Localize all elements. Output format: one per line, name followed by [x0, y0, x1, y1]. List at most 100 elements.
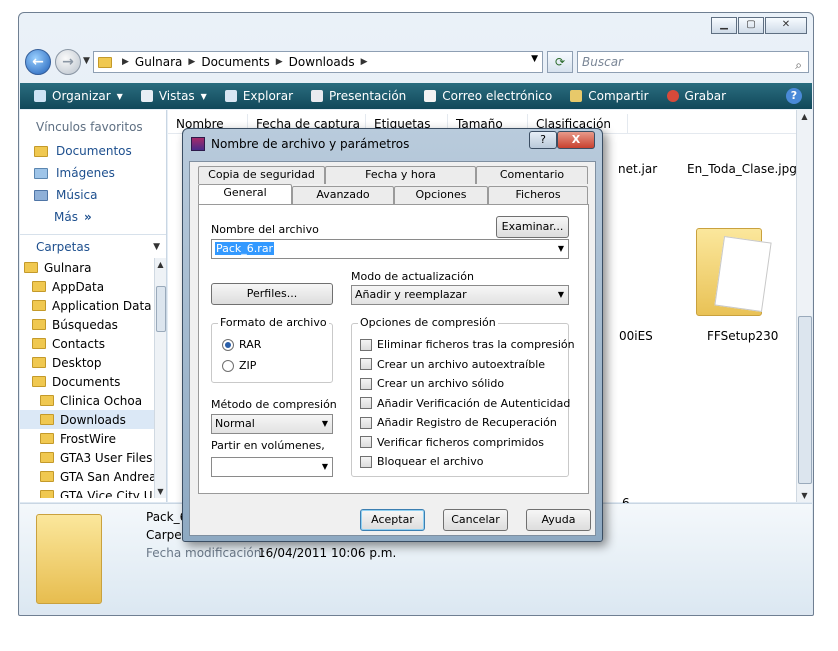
forward-button[interactable]: →	[55, 49, 81, 75]
file-en-toda-clase[interactable]: En_Toda_Clase.jpg	[687, 162, 797, 176]
filename-combo[interactable]: Pack_6.rar ▼	[211, 239, 569, 259]
favorite-documentos[interactable]: Documentos	[20, 140, 166, 162]
format-zip-radio[interactable]: ZIP	[222, 359, 256, 372]
checkbox-icon[interactable]	[360, 377, 372, 390]
tree-item[interactable]: Búsquedas	[20, 315, 166, 334]
close-button[interactable]: ✕	[765, 17, 807, 34]
correo-button[interactable]: Correo electrónico	[424, 89, 552, 103]
breadcrumb-documents[interactable]: Documents	[201, 55, 269, 69]
file-00ies[interactable]: 00iES	[619, 329, 653, 343]
folder-icon	[40, 414, 54, 425]
scroll-down-icon[interactable]: ▼	[797, 491, 812, 500]
more-favorites-link[interactable]: Más »	[20, 206, 166, 228]
scroll-up-icon[interactable]: ▲	[797, 112, 812, 121]
breadcrumb-downloads[interactable]: Downloads	[289, 55, 355, 69]
tab-copia-seguridad[interactable]: Copia de seguridad	[198, 166, 325, 184]
tab-opciones[interactable]: Opciones	[394, 186, 488, 204]
maximize-button[interactable]: ▢	[738, 17, 764, 34]
address-dropdown[interactable]: ▼	[531, 54, 538, 64]
checkbox-icon[interactable]	[360, 358, 372, 370]
back-button[interactable]: ←	[25, 49, 51, 75]
chevron-down-icon[interactable]: ▼	[322, 415, 328, 433]
scroll-down-icon[interactable]: ▼	[155, 487, 166, 496]
refresh-button[interactable]: ⟳	[547, 51, 573, 73]
dialog-title: Nombre de archivo y parámetros	[211, 137, 410, 151]
help-button[interactable]: Ayuda	[526, 509, 591, 531]
chevron-right-icon[interactable]: ▶	[361, 57, 368, 67]
radio-icon[interactable]	[222, 359, 234, 372]
tree-item[interactable]: AppData	[20, 277, 166, 296]
scroll-up-icon[interactable]: ▲	[155, 260, 166, 269]
tree-item[interactable]: Documents	[20, 372, 166, 391]
vertical-scrollbar[interactable]: ▲ ▼	[796, 110, 812, 502]
tab-avanzado[interactable]: Avanzado	[292, 186, 394, 204]
radio-selected-icon[interactable]	[222, 338, 234, 351]
tree-item[interactable]: GTA San Andreas	[20, 467, 166, 486]
checkbox-icon[interactable]	[360, 436, 372, 448]
breadcrumb-gulnara[interactable]: Gulnara	[135, 55, 182, 69]
option-checkbox[interactable]: Crear un archivo sólido	[360, 377, 504, 390]
minimize-button[interactable]: ▁	[711, 17, 737, 34]
presentacion-button[interactable]: Presentación	[311, 89, 406, 103]
option-checkbox[interactable]: Añadir Verificación de Autenticidad	[360, 397, 570, 410]
cancel-button[interactable]: Cancelar	[443, 509, 508, 531]
profiles-button[interactable]: Perfiles...	[211, 283, 333, 305]
tree-scrollbar[interactable]: ▲ ▼	[154, 258, 166, 498]
tree-item[interactable]: Contacts	[20, 334, 166, 353]
file-ffsetup230[interactable]: FFSetup230	[707, 329, 778, 343]
tree-item[interactable]: GTA3 User Files	[20, 448, 166, 467]
file-net-jar[interactable]: net.jar	[618, 162, 657, 176]
checkbox-icon[interactable]	[360, 397, 372, 409]
chevron-down-icon[interactable]: ▼	[558, 286, 564, 304]
organizar-menu[interactable]: Organizar ▼	[34, 89, 123, 103]
vistas-menu[interactable]: Vistas ▼	[140, 89, 207, 103]
tree-item[interactable]: Desktop	[20, 353, 166, 372]
tree-item[interactable]: Gulnara	[20, 258, 166, 277]
winrar-icon	[191, 137, 205, 151]
tab-fecha-hora[interactable]: Fecha y hora	[325, 166, 476, 184]
accept-button[interactable]: Aceptar	[360, 509, 425, 531]
chevron-right-icon[interactable]: ▶	[188, 57, 195, 67]
compression-method-select[interactable]: Normal ▼	[211, 414, 333, 434]
explorar-button[interactable]: Explorar	[224, 89, 293, 103]
favorite-musica[interactable]: Música	[20, 184, 166, 206]
format-rar-radio[interactable]: RAR	[222, 338, 261, 351]
help-icon[interactable]: ?	[786, 88, 802, 104]
browse-button[interactable]: Examinar...	[496, 216, 569, 238]
dialog-close-button[interactable]: X	[557, 131, 595, 149]
folders-section-header[interactable]: Carpetas ▼	[20, 234, 166, 258]
compartir-button[interactable]: Compartir	[570, 89, 649, 103]
tree-item[interactable]: GTA Vice City U	[20, 486, 166, 498]
option-checkbox[interactable]: Verificar ficheros comprimidos	[360, 436, 544, 449]
recent-pages-dropdown[interactable]: ▼	[83, 56, 90, 66]
favorite-imagenes[interactable]: Imágenes	[20, 162, 166, 184]
chevron-right-icon[interactable]: ▶	[276, 57, 283, 67]
tab-general[interactable]: General	[198, 184, 292, 204]
tab-ficheros[interactable]: Ficheros	[488, 186, 588, 204]
option-checkbox[interactable]: Eliminar ficheros tras la compresión	[360, 338, 575, 351]
compression-options-title: Opciones de compresión	[358, 316, 498, 329]
tree-item[interactable]: Downloads	[20, 410, 166, 429]
chevron-down-icon[interactable]: ▼	[322, 458, 328, 476]
option-checkbox[interactable]: Añadir Registro de Recuperación	[360, 416, 557, 429]
split-volumes-combo[interactable]: ▼	[211, 457, 333, 477]
folder-icon[interactable]	[696, 228, 772, 316]
tree-item[interactable]: FrostWire	[20, 429, 166, 448]
tree-item[interactable]: Clinica Ochoa	[20, 391, 166, 410]
chevron-down-icon[interactable]: ▼	[558, 240, 564, 258]
scrollbar-thumb[interactable]	[798, 316, 812, 484]
checkbox-icon[interactable]	[360, 338, 372, 351]
dialog-help-button[interactable]: ?	[529, 131, 557, 149]
checkbox-icon[interactable]	[360, 416, 372, 429]
scrollbar-thumb[interactable]	[156, 286, 166, 332]
tab-comentario[interactable]: Comentario	[476, 166, 588, 184]
option-checkbox[interactable]: Bloquear el archivo	[360, 455, 483, 468]
tree-item[interactable]: Application Data	[20, 296, 166, 315]
grabar-button[interactable]: Grabar	[666, 89, 726, 103]
update-mode-select[interactable]: Añadir y reemplazar ▼	[351, 285, 569, 305]
option-checkbox[interactable]: Crear un archivo autoextraíble	[360, 358, 545, 371]
search-input[interactable]: Buscar ⌕	[577, 51, 809, 73]
search-icon[interactable]: ⌕	[795, 55, 802, 75]
checkbox-icon[interactable]	[360, 455, 372, 468]
address-bar[interactable]: ▶ Gulnara ▶ Documents ▶ Downloads ▶ ▼	[93, 51, 543, 73]
